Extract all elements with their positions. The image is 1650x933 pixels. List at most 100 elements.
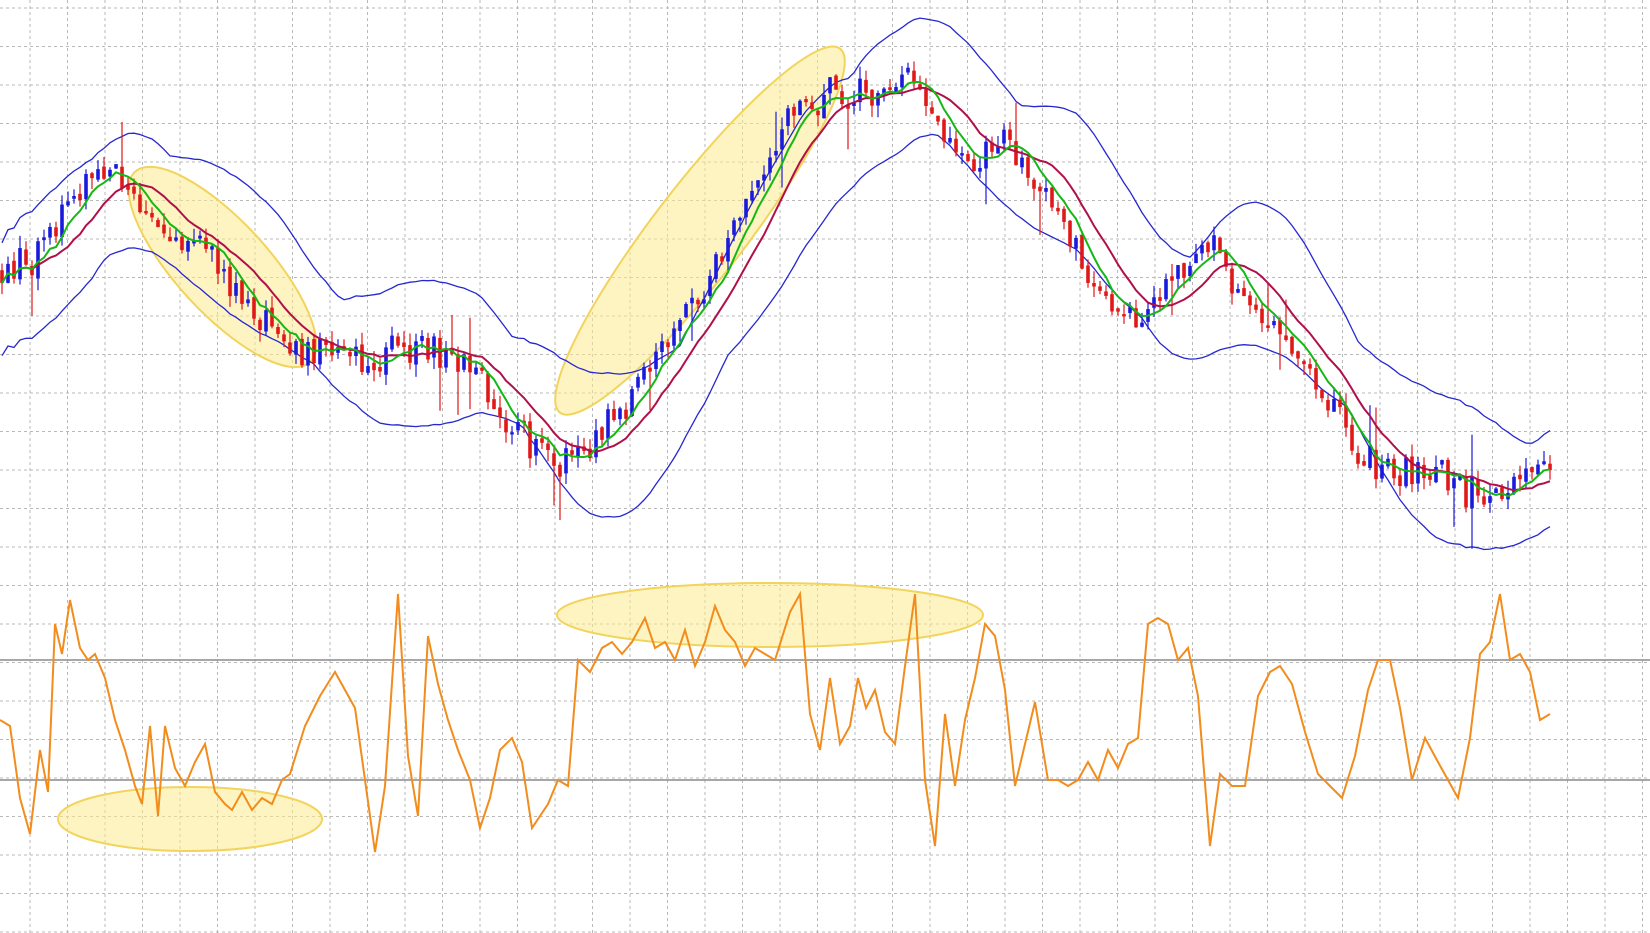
- candle-body: [1308, 364, 1312, 369]
- candle-body: [528, 421, 532, 459]
- candle-body: [792, 106, 796, 116]
- candle-down: [1248, 291, 1252, 314]
- candle-body: [624, 409, 628, 419]
- candle-body: [516, 422, 520, 431]
- candle-down: [1014, 102, 1018, 166]
- candle-body: [144, 211, 148, 214]
- candle-up: [798, 99, 802, 116]
- candle-body: [180, 236, 184, 251]
- candle-body: [750, 190, 754, 201]
- candle-body: [498, 407, 502, 417]
- candle-body: [1242, 288, 1246, 297]
- candle-body: [1296, 351, 1300, 359]
- candle-down: [1530, 466, 1534, 480]
- candle-body: [1320, 389, 1324, 399]
- candle-down: [1242, 280, 1246, 297]
- candle-body: [444, 349, 448, 368]
- candle-body: [276, 327, 280, 334]
- candle-body: [1266, 325, 1270, 328]
- candle-up: [510, 426, 514, 445]
- candle-down: [1410, 444, 1414, 493]
- candle-up: [114, 164, 118, 169]
- candle-body: [114, 164, 118, 169]
- candle-body: [786, 108, 790, 127]
- candle-body: [78, 193, 82, 201]
- candle-body: [1380, 464, 1384, 479]
- candle-body: [1038, 186, 1042, 192]
- candle-body: [378, 367, 382, 372]
- candle-body: [66, 201, 70, 206]
- candle-up: [684, 302, 688, 318]
- candle-body: [1422, 464, 1426, 479]
- candle-down: [1308, 358, 1312, 376]
- candle-up: [1416, 456, 1420, 492]
- candle-body: [642, 366, 646, 380]
- candle-body: [408, 345, 412, 363]
- candle-body: [216, 247, 220, 274]
- candle-body: [168, 236, 172, 242]
- candle-body: [90, 173, 94, 179]
- candle-up: [444, 341, 448, 373]
- candle-body: [702, 299, 706, 304]
- candle-body: [708, 275, 712, 297]
- candle-body: [696, 299, 700, 305]
- price-highlight-2: [554, 45, 846, 416]
- candle-body: [1002, 129, 1006, 144]
- candle-body: [366, 366, 370, 373]
- candle-up: [576, 435, 580, 468]
- candle-body: [162, 224, 166, 234]
- candle-up: [1272, 316, 1276, 329]
- candle-body: [1524, 468, 1528, 482]
- candle-body: [174, 237, 178, 241]
- candle-body: [1368, 446, 1372, 468]
- candle-body: [1542, 461, 1546, 465]
- candle-up: [390, 326, 394, 352]
- candle-body: [1350, 424, 1354, 451]
- candle-down: [1428, 468, 1432, 486]
- candle-body: [24, 249, 28, 265]
- candle-body: [1440, 460, 1444, 465]
- candle-body: [510, 432, 514, 435]
- oscillator-highlight-2: [556, 582, 984, 648]
- candle-down: [1326, 394, 1330, 418]
- candle-body: [1194, 253, 1198, 264]
- candle-body: [600, 427, 604, 440]
- candle-body: [936, 115, 940, 122]
- candle-up: [1236, 283, 1240, 294]
- candle-body: [1026, 157, 1030, 178]
- candle-down: [870, 89, 874, 117]
- candle-body: [372, 362, 376, 371]
- candle-body: [108, 169, 112, 177]
- candle-down: [558, 462, 562, 521]
- candle-body: [102, 166, 106, 179]
- candle-up: [858, 66, 862, 111]
- candle-up: [636, 373, 640, 392]
- candle-body: [1158, 297, 1162, 301]
- candle-down: [942, 117, 946, 149]
- candle-down: [1050, 186, 1054, 212]
- candle-body: [252, 297, 256, 319]
- candle-down: [1344, 393, 1348, 437]
- candle-up: [306, 336, 310, 376]
- candle-down: [492, 389, 496, 410]
- candle-body: [960, 153, 964, 156]
- candle-body: [612, 408, 616, 421]
- candle-body: [558, 464, 562, 477]
- candle-down: [966, 150, 970, 163]
- candle-body: [756, 180, 760, 188]
- candle-up: [96, 160, 100, 182]
- candle-body: [438, 337, 442, 368]
- candle-body: [1176, 265, 1180, 279]
- candle-up: [474, 362, 478, 375]
- candle-down: [1026, 154, 1030, 186]
- candle-body: [924, 87, 928, 106]
- candle-up: [678, 317, 682, 342]
- candle-down: [528, 413, 532, 468]
- candle-down: [1092, 271, 1096, 298]
- candle-down: [438, 330, 442, 411]
- candle-body: [984, 141, 988, 169]
- candle-body: [414, 341, 418, 365]
- candle-down: [972, 153, 976, 172]
- candle-down: [378, 358, 382, 378]
- candle-body: [1116, 308, 1120, 312]
